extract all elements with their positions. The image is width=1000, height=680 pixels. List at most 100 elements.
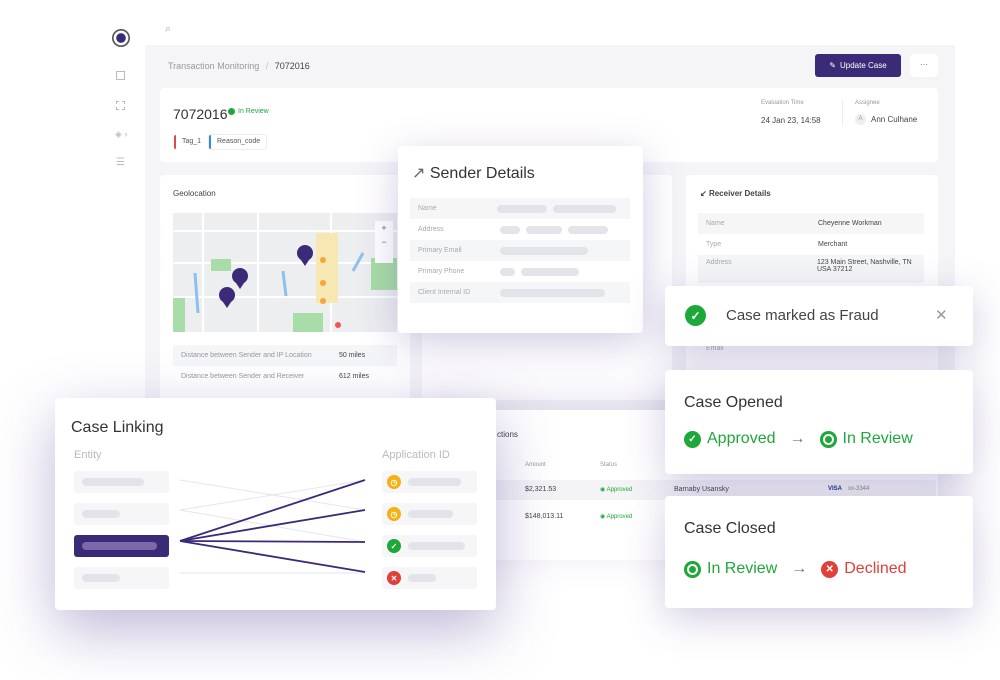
update-case-label: Update Case xyxy=(840,61,887,70)
assignee-name: Ann Culhane xyxy=(871,115,918,124)
search-icon: ⌕ xyxy=(165,23,172,35)
update-case-button[interactable]: ✎ Update Case xyxy=(815,54,901,77)
row-label: Primary Email xyxy=(418,247,462,254)
entity-item[interactable] xyxy=(74,503,169,525)
x-circle-icon: ✕ xyxy=(387,571,401,585)
case-id: 7072016 xyxy=(173,106,228,122)
to-status: In Review xyxy=(842,430,913,447)
approved-icon: ✓ xyxy=(684,430,701,448)
breadcrumb-current: 7072016 xyxy=(274,61,310,71)
row-label: Primary Phone xyxy=(418,268,465,275)
from-status: Approved xyxy=(707,430,776,447)
evaluation-time-value: 24 Jan 23, 14:58 xyxy=(761,116,821,125)
row-label: Email xyxy=(706,345,724,352)
status-label: Approved xyxy=(606,487,633,493)
zoom-out-button: − xyxy=(381,237,386,247)
row-value: Merchant xyxy=(818,241,848,248)
from-status: In Review xyxy=(707,560,778,577)
layers-icon[interactable]: ◈ › xyxy=(115,129,127,140)
row-label: Name xyxy=(418,205,437,212)
tag: Tag_1 xyxy=(174,135,208,149)
column-header-amount: Amount xyxy=(525,462,546,468)
map[interactable]: + − xyxy=(173,213,397,332)
receiver-row: Type Merchant xyxy=(698,234,924,255)
geolocation-title: Geolocation xyxy=(173,189,216,198)
sender-rows: Name Address Primary Email Primary Phone… xyxy=(410,198,630,303)
distance-value: 612 miles xyxy=(339,373,369,380)
case-linking-card: Case Linking Entity Application ID ◷ ◷ ✓… xyxy=(55,398,496,610)
assignee-label: Assignee xyxy=(855,100,880,106)
application-item[interactable]: ◷ xyxy=(382,471,477,493)
sidebar: ◈ › ☰ xyxy=(100,15,145,410)
close-icon[interactable]: ✕ xyxy=(935,306,948,324)
column-header-status: Status xyxy=(600,462,618,468)
breadcrumb: Transaction Monitoring / 7072016 xyxy=(168,61,310,71)
sender-row: Name xyxy=(410,198,630,219)
sender-row: Client Internal ID xyxy=(410,282,630,303)
sender-title-label: Sender Details xyxy=(429,165,535,182)
dashboard-icon[interactable] xyxy=(116,71,125,80)
row-label: Name xyxy=(706,220,725,227)
application-item[interactable]: ◷ xyxy=(382,503,477,525)
breadcrumb-parent[interactable]: Transaction Monitoring xyxy=(168,61,259,71)
in-review-icon xyxy=(228,108,235,115)
tag: Reason_code xyxy=(209,135,267,149)
row-label: Address xyxy=(706,259,732,266)
status-badge: ◉ Approved xyxy=(600,514,633,520)
transactions-icon[interactable] xyxy=(116,101,125,110)
sender-row: Primary Email xyxy=(410,240,630,261)
distance-rows: Distance between Sender and IP Location 5… xyxy=(173,345,397,387)
arrow-out-icon: ↗ xyxy=(412,165,430,182)
entity-item[interactable] xyxy=(74,471,169,493)
more-button[interactable]: ··· xyxy=(910,54,938,77)
case-closed-title: Case Closed xyxy=(684,520,776,537)
in-review-icon xyxy=(684,560,701,578)
clock-icon: ◷ xyxy=(387,475,401,489)
arrow-right-icon: → xyxy=(789,430,806,447)
entity-item[interactable] xyxy=(74,567,169,589)
transactions-title: ctions xyxy=(497,430,518,439)
assignee[interactable]: A Ann Culhane xyxy=(855,114,917,125)
row-label: Type xyxy=(706,241,722,248)
sender-title: ↗ Sender Details xyxy=(412,163,535,183)
sender-row: Address xyxy=(410,219,630,240)
distance-row: Distance between Sender and IP Location 5… xyxy=(173,345,397,366)
case-opened-card: Case Opened ✓ Approved → In Review xyxy=(665,370,973,474)
status-badge: In Review xyxy=(228,108,269,115)
search-bar[interactable]: ⌕ xyxy=(145,15,955,45)
status-label: In Review xyxy=(238,108,269,115)
link-lines xyxy=(179,479,366,574)
status-transition: ✓ Approved → In Review xyxy=(684,430,913,448)
application-id-column-label: Application ID xyxy=(382,449,450,461)
card-number: xx-3344 xyxy=(848,486,870,492)
amount: $148,013.11 xyxy=(525,513,564,520)
entity-column-label: Entity xyxy=(74,449,102,461)
row-value: Cheyenne Workman xyxy=(818,220,882,227)
list-icon[interactable]: ☰ xyxy=(116,157,125,168)
geolocation-card: Geolocation + − Distance between Sender … xyxy=(160,175,410,400)
evaluation-time-label: Evaluation Time xyxy=(761,100,804,106)
status-label: Approved xyxy=(606,514,633,520)
distance-label: Distance between Sender and Receiver xyxy=(181,373,305,380)
application-item[interactable]: ✓ xyxy=(382,535,477,557)
row-label: Client Internal ID xyxy=(418,289,471,296)
distance-label: Distance between Sender and IP Location xyxy=(181,352,312,359)
check-circle-icon: ✓ xyxy=(685,305,706,326)
receiver-title-label: Receiver Details xyxy=(708,189,771,198)
tag-label: Tag_1 xyxy=(182,138,202,145)
case-closed-card: Case Closed In Review → ✕ Declined xyxy=(665,496,973,608)
declined-icon: ✕ xyxy=(821,560,839,578)
avatar: A xyxy=(855,114,866,125)
customer-name: Barnaby Usansky xyxy=(674,486,729,493)
distance-value: 50 miles xyxy=(339,352,366,359)
toast-message: Case marked as Fraud xyxy=(726,307,879,324)
tag-label: Reason_code xyxy=(217,138,261,145)
check-circle-icon: ✓ xyxy=(387,539,401,553)
distance-row: Distance between Sender and Receiver 612 … xyxy=(173,366,397,387)
entity-item-selected[interactable] xyxy=(74,535,169,557)
sender-details-popup: ↗ Sender Details Name Address Primary Em… xyxy=(398,146,643,333)
visa-icon: VISA xyxy=(828,486,843,492)
application-item[interactable]: ✕ xyxy=(382,567,477,589)
logo-icon xyxy=(112,29,130,47)
clock-icon: ◷ xyxy=(387,507,401,521)
